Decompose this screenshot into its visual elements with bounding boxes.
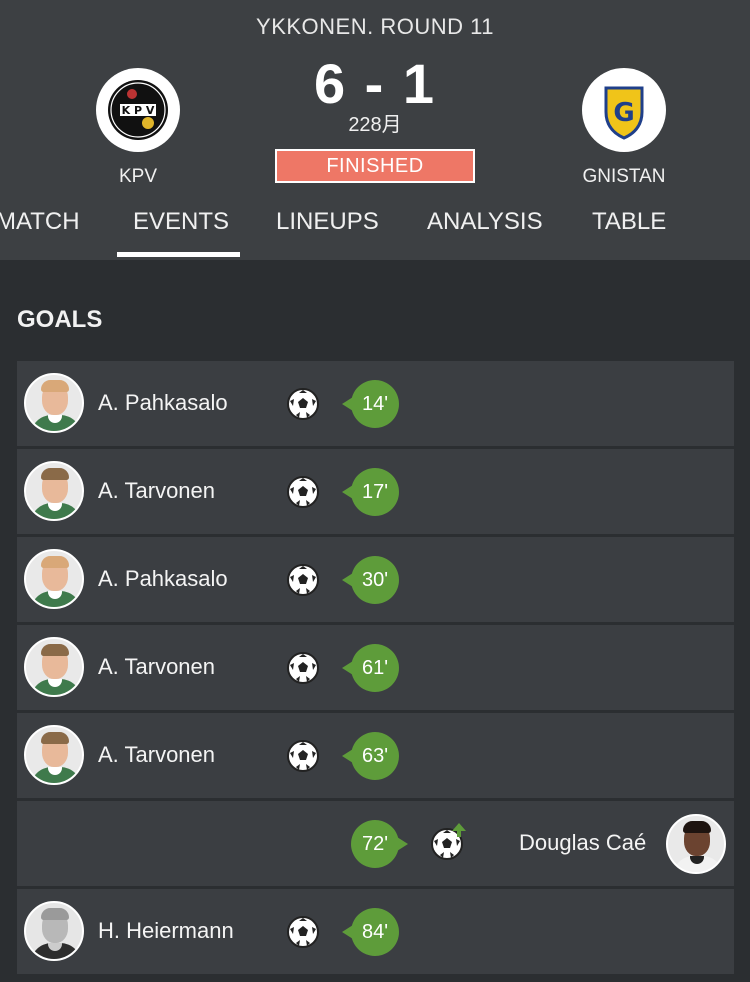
player-name: A. Pahkasalo (98, 390, 228, 415)
player-name: A. Tarvonen (98, 654, 216, 679)
svg-text:K P V: K P V (122, 104, 155, 117)
home-team-name: KPV (118, 166, 158, 187)
soccer-ball-icon (287, 916, 319, 948)
goal-minute: 61' (342, 644, 399, 692)
goal-row[interactable]: A. Tarvonen 17' (17, 449, 734, 534)
player-avatar (24, 549, 84, 609)
soccer-ball-icon (287, 564, 319, 596)
round-label: YKKONEN. ROUND 11 (256, 14, 494, 39)
tab-analysis[interactable]: ANALYSIS (427, 208, 543, 236)
player-name: A. Tarvonen (98, 478, 216, 503)
active-tab-indicator (117, 252, 240, 257)
goal-minute: 14' (342, 380, 399, 428)
svg-text:G: G (613, 98, 634, 128)
tab-match[interactable]: MATCH (0, 208, 80, 236)
goal-minute: 63' (342, 732, 399, 780)
goal-minute: 84' (342, 908, 399, 956)
goal-minute: 17' (342, 468, 399, 516)
player-name: A. Pahkasalo (98, 566, 228, 591)
goal-minute: 72' (351, 820, 408, 868)
player-name: H. Heiermann (98, 918, 234, 943)
goal-row[interactable]: 72' Douglas Caé (17, 801, 734, 886)
player-name: Douglas Caé (519, 830, 647, 855)
tab-table[interactable]: TABLE (592, 208, 666, 236)
player-name: A. Tarvonen (98, 742, 216, 767)
goal-row[interactable]: A. Tarvonen 63' (17, 713, 734, 798)
player-avatar-placeholder (24, 901, 84, 961)
away-team-name: GNISTAN (582, 166, 666, 187)
gnistan-logo: G (582, 68, 666, 152)
soccer-ball-icon (287, 476, 319, 508)
kpv-logo: K P V (96, 68, 180, 152)
away-team[interactable]: G GNISTAN (569, 68, 679, 188)
soccer-ball-icon (287, 740, 319, 772)
soccer-ball-icon (287, 652, 319, 684)
tab-events[interactable]: EVENTS (133, 208, 229, 236)
tab-lineups[interactable]: LINEUPS (276, 208, 379, 236)
status-badge: FINISHED (275, 149, 475, 183)
match-date: 228月 (348, 114, 402, 136)
player-avatar (24, 373, 84, 433)
arrow-up-icon (452, 823, 466, 837)
home-team[interactable]: K P V KPV (83, 68, 193, 188)
player-avatar (24, 637, 84, 697)
score: 6 - 1 (313, 52, 437, 115)
player-avatar (666, 814, 726, 874)
goal-minute: 30' (342, 556, 399, 604)
goal-row[interactable]: A. Pahkasalo 30' (17, 537, 734, 622)
section-title: GOALS (17, 306, 103, 333)
match-header: YKKONEN. ROUND 11 K P V KPV 6 - 1 228月 F… (0, 0, 750, 260)
soccer-ball-icon (287, 388, 319, 420)
player-avatar (24, 461, 84, 521)
goal-row[interactable]: H. Heiermann 84' (17, 889, 734, 974)
goal-row[interactable]: A. Pahkasalo 14' (17, 361, 734, 446)
player-avatar (24, 725, 84, 785)
goal-row[interactable]: A. Tarvonen 61' (17, 625, 734, 710)
